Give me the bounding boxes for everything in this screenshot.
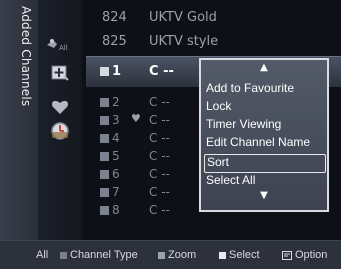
- channel-number: 2: [112, 95, 120, 109]
- zoom-hint[interactable]: Zoom: [158, 249, 196, 261]
- menu-item-timer-viewing[interactable]: Timer Viewing: [204, 116, 324, 133]
- list-item[interactable]: 825 UKTV style: [82, 30, 341, 54]
- channel-type-icon: [100, 98, 109, 107]
- channel-type-icon: [100, 206, 109, 215]
- option-menu-icon: [282, 250, 292, 260]
- channel-name: UKTV Gold: [149, 10, 217, 25]
- channel-type-hint[interactable]: Channel Type: [60, 249, 138, 261]
- all-label: All: [36, 249, 49, 261]
- menu-item-add-to-favourite[interactable]: Add to Favourite: [204, 80, 324, 97]
- scroll-up-arrow-icon[interactable]: ▲: [201, 62, 327, 73]
- channel-number: 1: [112, 64, 122, 79]
- channel-name: C --: [149, 167, 170, 181]
- channel-name: C --: [149, 113, 170, 127]
- channel-type-icon: [100, 116, 109, 125]
- menu-item-sort[interactable]: Sort: [204, 154, 326, 173]
- menu-item-edit-channel-name[interactable]: Edit Channel Name: [204, 134, 324, 151]
- channel-number: 6: [112, 167, 120, 181]
- channel-name: C --: [149, 131, 170, 145]
- channel-number: 7: [112, 185, 120, 199]
- channel-name: C --: [149, 149, 170, 163]
- channel-name: C --: [149, 185, 170, 199]
- add-channel-icon[interactable]: [38, 62, 82, 84]
- grey-button-icon: [60, 251, 67, 259]
- added-channels-tab[interactable]: Added Channels: [0, 0, 38, 240]
- channel-number: 4: [112, 131, 120, 145]
- channel-number: 3: [112, 113, 120, 127]
- channel-number: 5: [112, 149, 120, 163]
- channel-name: C --: [149, 95, 170, 109]
- channel-type-icon: [100, 152, 109, 161]
- favourite-heart-icon: ♥: [131, 112, 141, 125]
- select-button-icon: [219, 251, 226, 259]
- channel-type-label: Channel Type: [70, 249, 138, 261]
- channel-name: UKTV style: [149, 34, 219, 49]
- channel-number: 8: [112, 203, 120, 217]
- channel-type-icon: [100, 170, 109, 179]
- scroll-down-arrow-icon[interactable]: ▼: [201, 190, 327, 201]
- channel-type-icon: [100, 188, 109, 197]
- option-popup-menu: ▲ Add to Favourite Lock Timer Viewing Ed…: [199, 58, 329, 212]
- bottom-help-bar: All Channel Type Zoom Select Option: [0, 240, 341, 269]
- channel-name: C --: [149, 64, 174, 79]
- select-label: Select: [229, 249, 260, 261]
- timer-icon[interactable]: [38, 120, 82, 142]
- favourite-heart-icon[interactable]: [38, 96, 82, 118]
- channel-number: 824: [102, 10, 127, 25]
- channel-type-icon: [100, 134, 109, 143]
- option-label: Option: [295, 249, 328, 261]
- svg-text:All: All: [59, 44, 68, 52]
- channel-type-icon: [100, 67, 109, 76]
- list-item[interactable]: 824 UKTV Gold: [82, 6, 341, 30]
- option-hint[interactable]: Option: [282, 249, 327, 261]
- channel-name: C --: [149, 203, 170, 217]
- menu-item-select-all[interactable]: Select All: [204, 172, 324, 189]
- select-hint[interactable]: Select: [219, 249, 260, 261]
- channel-list-screen: Added Channels All 824 UKTV Gold 825 UKT…: [0, 0, 341, 269]
- channel-number: 825: [102, 34, 127, 49]
- menu-item-lock[interactable]: Lock: [204, 98, 324, 115]
- category-icon-column: All: [38, 0, 82, 240]
- all-channels-icon[interactable]: All: [38, 34, 82, 56]
- side-tab-label: Added Channels: [19, 6, 33, 107]
- yellow-button-icon: [158, 251, 165, 259]
- zoom-label: Zoom: [168, 249, 197, 261]
